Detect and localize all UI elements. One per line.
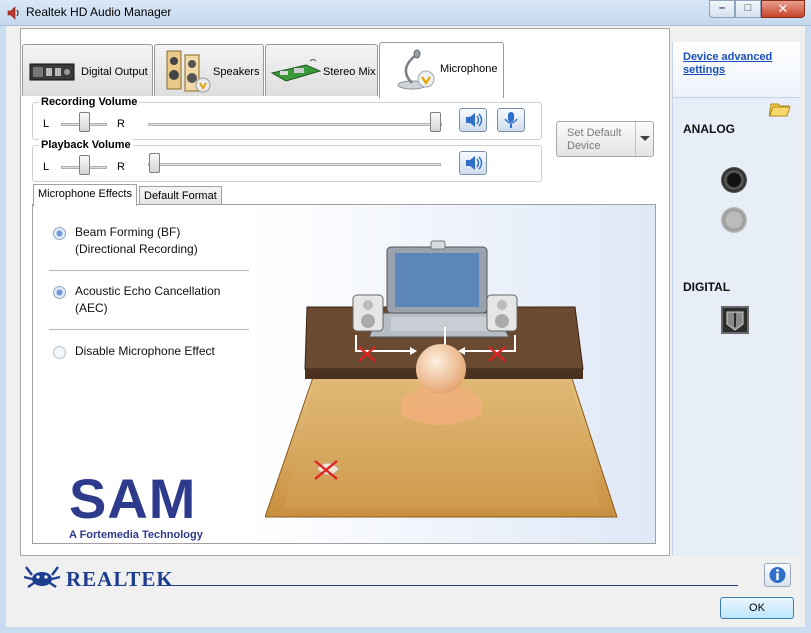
recording-monitor-button[interactable] <box>497 108 525 132</box>
microphone-icon <box>397 49 435 90</box>
speakers-icon <box>166 50 211 93</box>
effect-beam-forming[interactable]: Beam Forming (BF) (Directional Recording… <box>53 224 198 258</box>
set-default-device-label: Set Default Device <box>567 127 622 152</box>
mic-person-icon <box>504 112 518 128</box>
analog-jack-mic[interactable] <box>721 167 747 193</box>
info-button[interactable] <box>764 563 791 587</box>
playback-mute-button[interactable] <box>459 151 487 175</box>
minimize-button[interactable]: – <box>709 0 735 18</box>
tab-label: Speakers <box>213 66 260 78</box>
tab-label: Digital Output <box>81 66 148 78</box>
info-icon <box>769 567 786 583</box>
microphone-effects-pane: Beam Forming (BF) (Directional Recording… <box>32 204 656 544</box>
tab-digital-output[interactable]: Digital Output <box>22 44 153 96</box>
balance-right-label: R <box>117 161 125 173</box>
tab-label: Stereo Mix <box>323 66 376 78</box>
recording-mute-button[interactable] <box>459 108 487 132</box>
tab-stereo-mix[interactable]: Stereo Mix <box>265 44 378 96</box>
sam-logo: SAM A Fortemedia Technology <box>69 467 203 542</box>
playback-balance-slider[interactable] <box>79 155 90 175</box>
analog-jack-empty[interactable] <box>721 207 747 233</box>
tab-microphone[interactable]: Microphone <box>379 42 504 98</box>
divider <box>49 270 249 271</box>
effect-sublabel: (Directional Recording) <box>75 242 198 256</box>
speaker-volume-icon <box>466 113 483 127</box>
digital-port-icon[interactable] <box>721 306 749 334</box>
digital-output-icon <box>29 63 75 81</box>
realtek-crab-icon <box>23 566 61 588</box>
recording-volume-slider[interactable] <box>430 112 441 132</box>
device-advanced-settings-link[interactable]: Device advanced settings <box>683 51 783 77</box>
digital-label: DIGITAL <box>683 280 731 294</box>
balance-right-label: R <box>117 118 125 130</box>
realtek-brand: REALTEK <box>66 567 174 591</box>
chevron-down-icon <box>640 136 650 141</box>
right-panel: Device advanced settings ANALOG DIGITAL <box>672 42 800 556</box>
recording-balance-slider[interactable] <box>79 112 90 132</box>
effect-label: Acoustic Echo Cancellation <box>75 284 221 298</box>
recording-volume-label: Recording Volume <box>39 96 140 108</box>
maximize-icon: □ <box>744 2 752 14</box>
tab-microphone-effects[interactable]: Microphone Effects <box>33 184 137 206</box>
effect-disable[interactable]: Disable Microphone Effect <box>53 343 215 360</box>
effect-sublabel: (AEC) <box>75 301 108 315</box>
aec-radio[interactable] <box>53 286 66 299</box>
playback-volume-label: Playback Volume <box>39 139 133 151</box>
tab-speakers[interactable]: Speakers <box>154 44 264 96</box>
playback-volume-slider[interactable] <box>149 153 160 173</box>
beam-forming-illustration <box>265 240 618 518</box>
balance-left-label: L <box>43 118 50 130</box>
playback-volume-track <box>148 163 441 166</box>
stereo-mix-icon <box>270 59 322 82</box>
close-icon: ✕ <box>777 1 789 16</box>
maximize-button[interactable]: □ <box>735 0 761 18</box>
tab-label: Microphone <box>440 63 498 75</box>
beam-forming-radio[interactable] <box>53 227 66 240</box>
footer-divider <box>163 585 738 586</box>
ok-button[interactable]: OK <box>720 597 794 619</box>
close-button[interactable]: ✕ <box>761 0 805 18</box>
speaker-icon <box>7 6 19 20</box>
effect-label: Disable Microphone Effect <box>75 344 215 358</box>
minimize-icon: – <box>718 2 726 14</box>
tab-default-format[interactable]: Default Format <box>139 186 222 206</box>
speaker-volume-icon <box>466 156 483 170</box>
disable-effect-radio[interactable] <box>53 346 66 359</box>
title-bar: Realtek HD Audio Manager – □ ✕ <box>0 0 811 26</box>
sam-logo-word: SAM <box>69 467 197 530</box>
window-title: Realtek HD Audio Manager <box>26 5 172 19</box>
effect-echo-cancellation[interactable]: Acoustic Echo Cancellation (AEC) <box>53 283 220 317</box>
analog-label: ANALOG <box>683 122 735 136</box>
balance-left-label: L <box>43 161 50 173</box>
divider <box>49 329 249 330</box>
recording-volume-track <box>148 123 442 126</box>
set-default-device-dropdown[interactable]: Set Default Device <box>556 121 654 157</box>
sam-logo-tagline: A Fortemedia Technology <box>69 529 203 541</box>
dropdown-arrow[interactable] <box>635 122 653 156</box>
folder-icon[interactable] <box>769 98 791 118</box>
spdif-icon <box>726 311 744 331</box>
effect-label: Beam Forming (BF) <box>75 225 181 239</box>
